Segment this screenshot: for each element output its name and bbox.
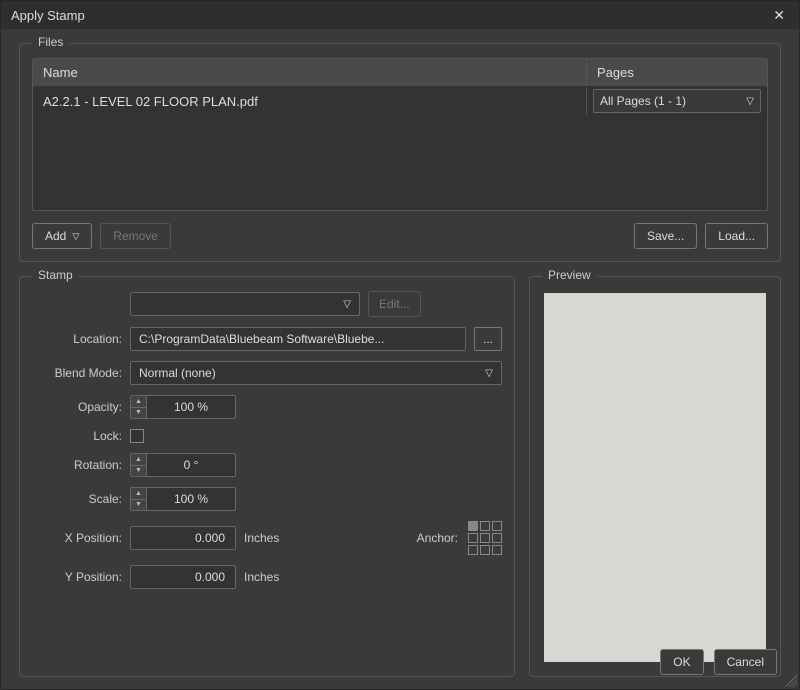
scale-label: Scale: (32, 492, 122, 506)
anchor-cell-tc[interactable] (480, 521, 490, 531)
dialog-title: Apply Stamp (11, 8, 85, 23)
ypos-label: Y Position: (32, 570, 122, 584)
files-group: Files Name Pages A2.2.1 - LEVEL 02 FLOOR… (19, 43, 781, 262)
col-pages[interactable]: Pages (587, 59, 767, 86)
scale-stepper[interactable]: ▲ ▼ 100 % (130, 487, 236, 511)
titlebar: Apply Stamp ✕ (1, 1, 799, 29)
anchor-cell-br[interactable] (492, 545, 502, 555)
anchor-cell-bc[interactable] (480, 545, 490, 555)
rotation-label: Rotation: (32, 458, 122, 472)
anchor-cell-tr[interactable] (492, 521, 502, 531)
xpos-field[interactable]: 0.000 (130, 526, 236, 550)
lock-label: Lock: (32, 429, 122, 443)
pages-select[interactable]: All Pages (1 - 1) ▽ (593, 89, 761, 113)
opacity-stepper[interactable]: ▲ ▼ 100 % (130, 395, 236, 419)
files-table-header: Name Pages (33, 59, 767, 86)
browse-button[interactable]: ... (474, 327, 502, 351)
load-button[interactable]: Load... (705, 223, 768, 249)
location-field[interactable]: C:\ProgramData\Bluebeam Software\Bluebe.… (130, 327, 466, 351)
anchor-cell-mr[interactable] (492, 533, 502, 543)
xpos-label: X Position: (32, 531, 122, 545)
blend-mode-select[interactable]: Normal (none) ▽ (130, 361, 502, 385)
table-row[interactable]: A2.2.1 - LEVEL 02 FLOOR PLAN.pdf All Pag… (33, 86, 767, 116)
anchor-cell-tl[interactable] (468, 521, 478, 531)
chevron-down-icon: ▽ (343, 299, 351, 310)
spin-up-icon[interactable]: ▲ (131, 396, 146, 408)
chevron-down-icon: ▽ (746, 96, 754, 107)
preview-group: Preview (529, 276, 781, 677)
cancel-button[interactable]: Cancel (714, 649, 777, 675)
save-button[interactable]: Save... (634, 223, 697, 249)
edit-button[interactable]: Edit... (368, 291, 421, 317)
lock-checkbox[interactable] (130, 429, 144, 443)
pages-select-value: All Pages (1 - 1) (600, 94, 686, 108)
chevron-down-icon: ▽ (485, 368, 493, 379)
files-legend: Files (32, 35, 69, 49)
anchor-cell-mc[interactable] (480, 533, 490, 543)
spin-down-icon[interactable]: ▼ (131, 466, 146, 477)
stamp-group: Stamp ▽ Edit... Location: (19, 276, 515, 677)
preview-canvas (544, 293, 766, 662)
anchor-label: Anchor: (417, 531, 458, 545)
col-name[interactable]: Name (33, 59, 587, 86)
xpos-unit: Inches (244, 531, 279, 545)
location-label: Location: (32, 332, 122, 346)
stamp-select[interactable]: ▽ (130, 292, 360, 316)
remove-button[interactable]: Remove (100, 223, 171, 249)
spin-up-icon[interactable]: ▲ (131, 454, 146, 466)
ypos-unit: Inches (244, 570, 279, 584)
close-icon[interactable]: ✕ (767, 5, 791, 26)
ypos-field[interactable]: 0.000 (130, 565, 236, 589)
opacity-label: Opacity: (32, 400, 122, 414)
add-button[interactable]: Add ▽ (32, 223, 92, 249)
ok-button[interactable]: OK (660, 649, 703, 675)
preview-legend: Preview (542, 268, 597, 282)
blend-label: Blend Mode: (32, 366, 122, 380)
stamp-legend: Stamp (32, 268, 79, 282)
spin-up-icon[interactable]: ▲ (131, 488, 146, 500)
spin-down-icon[interactable]: ▼ (131, 408, 146, 419)
spin-down-icon[interactable]: ▼ (131, 500, 146, 511)
apply-stamp-dialog: Apply Stamp ✕ Files Name Pages A2.2.1 - … (0, 0, 800, 690)
anchor-cell-ml[interactable] (468, 533, 478, 543)
anchor-cell-bl[interactable] (468, 545, 478, 555)
chevron-down-icon: ▽ (72, 231, 79, 242)
files-table: Name Pages A2.2.1 - LEVEL 02 FLOOR PLAN.… (32, 58, 768, 211)
anchor-grid[interactable] (468, 521, 502, 555)
resize-grip-icon[interactable] (785, 675, 797, 687)
rotation-stepper[interactable]: ▲ ▼ 0 ° (130, 453, 236, 477)
file-name-cell: A2.2.1 - LEVEL 02 FLOOR PLAN.pdf (33, 88, 587, 115)
